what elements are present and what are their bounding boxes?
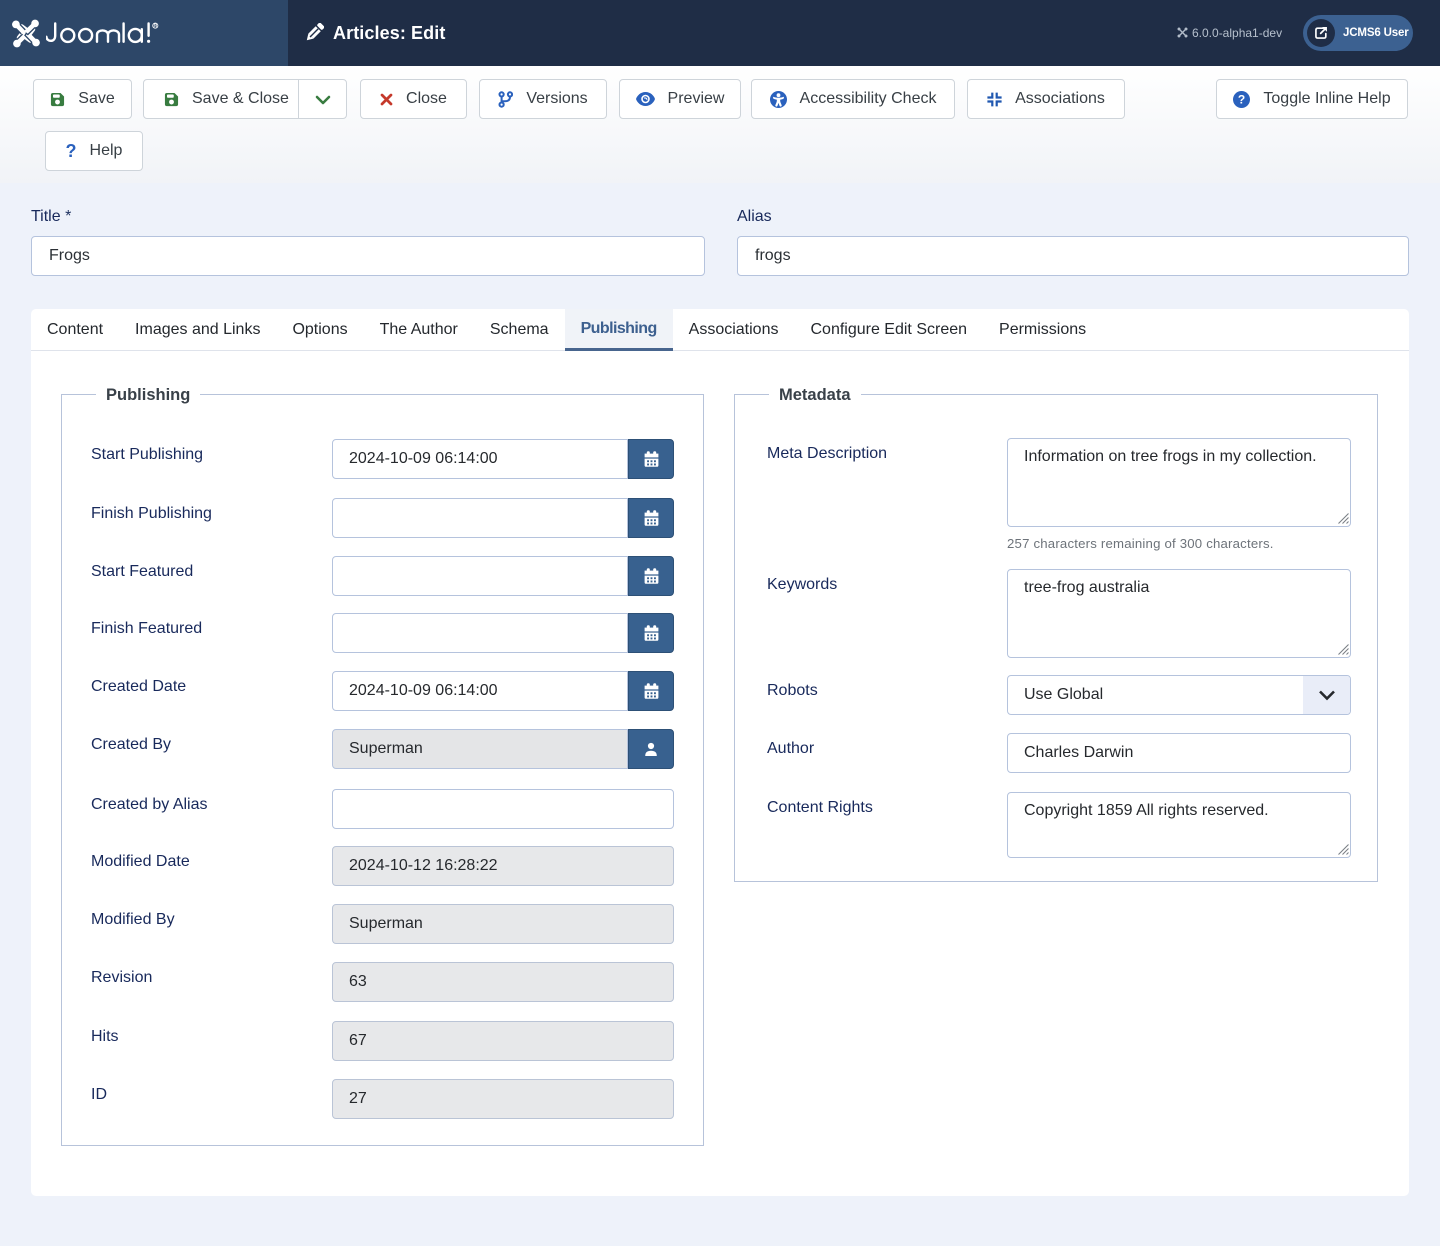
svg-text:?: ? (1238, 92, 1245, 106)
